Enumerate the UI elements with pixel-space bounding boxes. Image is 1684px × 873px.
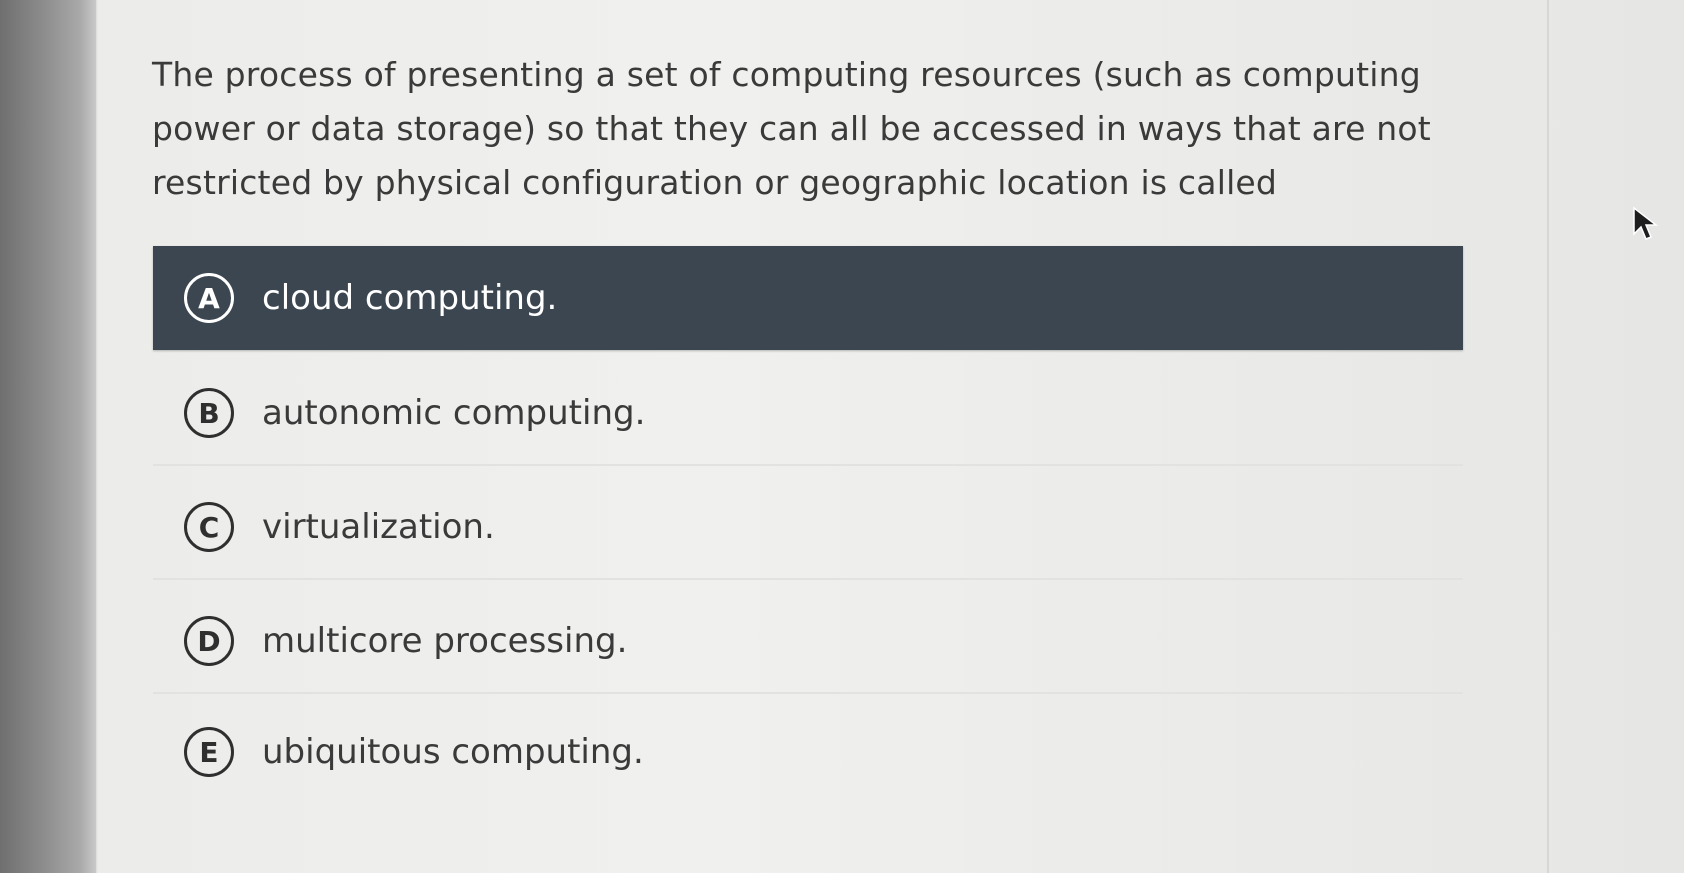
option-e[interactable]: E ubiquitous computing. (153, 700, 1463, 804)
option-label: cloud computing. (262, 278, 558, 318)
option-letter-badge: B (184, 388, 234, 438)
option-a[interactable]: A cloud computing. (153, 246, 1463, 350)
option-d[interactable]: D multicore processing. (153, 590, 1463, 694)
option-c[interactable]: C virtualization. (153, 476, 1463, 580)
divider (1547, 0, 1549, 873)
screen: The process of presenting a set of compu… (0, 0, 1684, 873)
mouse-pointer-icon (1633, 206, 1658, 240)
monitor-bezel (0, 0, 96, 873)
option-letter-badge: E (184, 727, 234, 777)
option-label: multicore processing. (262, 621, 628, 661)
option-letter-badge: C (184, 502, 234, 552)
option-label: ubiquitous computing. (262, 732, 644, 772)
option-label: autonomic computing. (262, 393, 646, 433)
option-letter-badge: A (184, 273, 234, 323)
option-b[interactable]: B autonomic computing. (153, 362, 1463, 466)
option-letter-badge: D (184, 616, 234, 666)
question-text: The process of presenting a set of compu… (152, 55, 1431, 202)
option-label: virtualization. (262, 507, 495, 547)
